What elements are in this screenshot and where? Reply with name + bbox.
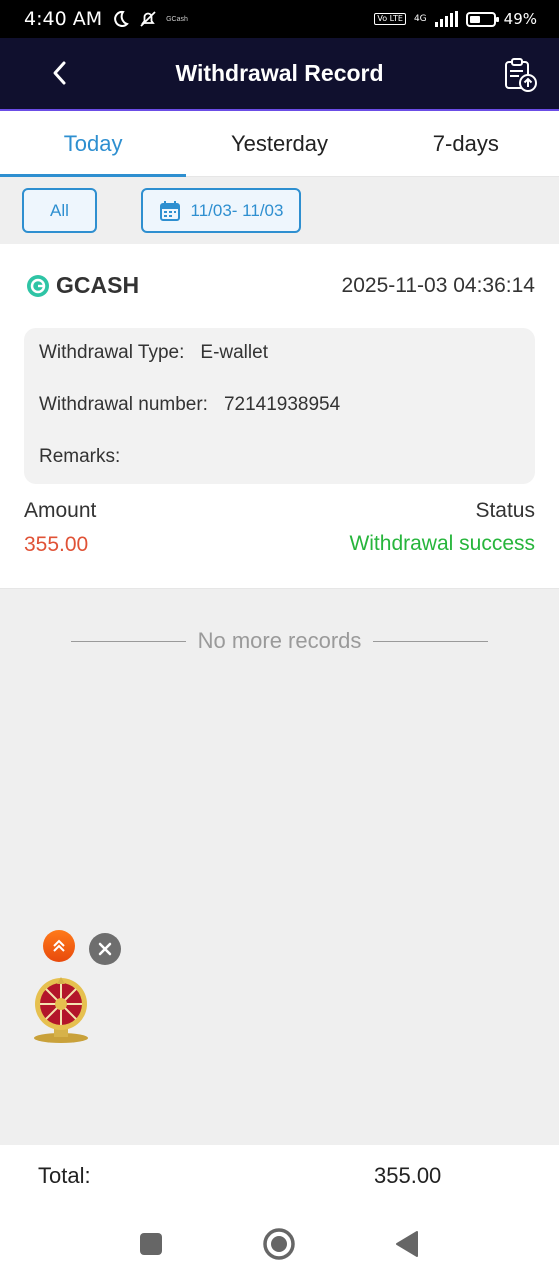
close-icon — [98, 942, 112, 956]
app-header: Withdrawal Record — [0, 38, 559, 111]
status-label: Status — [475, 499, 535, 522]
record-details: Withdrawal Type: E-wallet Withdrawal numb… — [24, 328, 535, 484]
back-nav-button[interactable] — [390, 1227, 424, 1261]
amount-value: 355.00 — [24, 533, 89, 556]
remarks-label: Remarks: — [39, 446, 121, 467]
payment-method: GCASH — [26, 272, 139, 299]
back-button[interactable] — [44, 58, 74, 88]
scroll-top-button[interactable] — [43, 930, 75, 962]
withdrawal-record-card[interactable]: GCASH 2025-11-03 04:36:14 Withdrawal Typ… — [0, 244, 559, 589]
prize-wheel-icon — [34, 977, 88, 1043]
system-nav-bar — [0, 1207, 559, 1280]
home-button[interactable] — [262, 1227, 296, 1261]
clipboard-upload-icon — [505, 58, 537, 92]
record-upload-button[interactable] — [501, 56, 539, 94]
type-filter-button[interactable]: All — [22, 188, 97, 233]
total-value: 355.00 — [374, 1163, 442, 1188]
withdrawal-type-row: Withdrawal Type: E-wallet — [39, 342, 268, 364]
chevron-left-icon — [53, 61, 66, 85]
date-tabs: Today Yesterday 7-days — [0, 111, 559, 177]
status-bar: 4:40 AM GCash Vo LTE 4G 49% — [0, 0, 559, 38]
filter-bar: All 11/03- 11/03 — [0, 177, 559, 244]
double-chevron-up-icon — [53, 939, 65, 952]
divider-line — [373, 640, 489, 642]
page-title: Withdrawal Record — [175, 60, 384, 86]
gcash-logo-icon — [27, 274, 49, 297]
signal-icon — [434, 11, 458, 27]
payment-method-name: GCASH — [56, 272, 140, 298]
square-icon — [140, 1233, 162, 1255]
withdrawal-type-value: E-wallet — [200, 342, 268, 363]
record-datetime: 2025-11-03 04:36:14 — [341, 274, 535, 297]
tab-today[interactable]: Today — [0, 111, 187, 177]
network-type: 4G — [413, 14, 427, 24]
no-more-records-text: No more records — [197, 628, 362, 653]
calendar-icon — [159, 200, 180, 221]
divider-line — [70, 640, 186, 642]
battery-percent: 49% — [503, 10, 537, 28]
amount-label: Amount — [24, 499, 97, 522]
status-time: 4:40 AM — [24, 8, 103, 30]
status-value: Withdrawal success — [349, 532, 535, 555]
withdrawal-number-value: 72141938954 — [223, 394, 341, 415]
volte-icon: Vo LTE — [374, 13, 406, 25]
triangle-back-icon — [396, 1231, 418, 1257]
withdrawal-type-label: Withdrawal Type: — [39, 342, 185, 363]
date-range-text: 11/03- 11/03 — [190, 200, 284, 220]
notification-app-label: GCash — [166, 15, 188, 23]
tab-yesterday[interactable]: Yesterday — [186, 111, 372, 176]
battery-icon — [465, 11, 499, 27]
remarks-row: Remarks: — [39, 446, 136, 468]
close-widget-button[interactable] — [89, 933, 121, 965]
prize-wheel-widget[interactable] — [30, 975, 92, 1045]
bell-off-icon — [140, 11, 156, 27]
moon-icon — [114, 10, 129, 27]
withdrawal-number-label: Withdrawal number: — [39, 394, 208, 415]
withdrawal-number-row: Withdrawal number: 72141938954 — [39, 394, 340, 416]
home-circle-icon — [263, 1228, 295, 1260]
date-range-button[interactable]: 11/03- 11/03 — [141, 188, 301, 233]
recents-button[interactable] — [134, 1227, 168, 1261]
tab-7-days[interactable]: 7-days — [373, 111, 559, 176]
total-label: Total: — [38, 1163, 91, 1188]
list-end-indicator: No more records — [0, 628, 559, 654]
total-bar: Total: 355.00 — [0, 1145, 559, 1207]
